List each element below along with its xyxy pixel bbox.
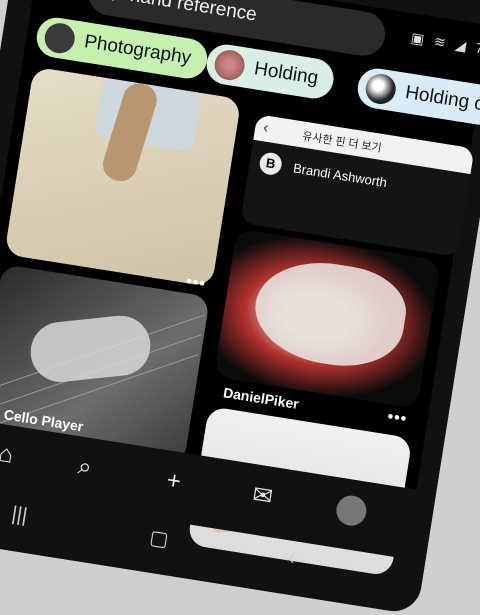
avatar[interactable]: B xyxy=(258,151,283,176)
back-arrow-icon[interactable]: ‹ xyxy=(262,119,270,138)
battery-level: 79 xyxy=(475,40,480,58)
chip-thumbnail xyxy=(43,21,77,55)
hand-shape xyxy=(28,313,154,385)
chip-thumbnail xyxy=(212,48,246,82)
phone-frame: hand reference ▣ ≋ ◢ 79 Photography Hold… xyxy=(0,0,480,615)
signal-icon: ◢ xyxy=(454,36,467,53)
wifi-icon: ≋ xyxy=(433,33,447,51)
pin-card-red-hand[interactable] xyxy=(214,228,441,408)
cast-icon: ▣ xyxy=(410,29,426,47)
search-icon[interactable]: ⌕ xyxy=(68,451,102,485)
chip-thumbnail xyxy=(364,72,398,106)
back-icon[interactable]: ‹ xyxy=(286,546,296,570)
chip-label: Holding xyxy=(253,58,320,90)
hand-shape xyxy=(248,253,412,375)
creator-name[interactable]: Brandi Ashworth xyxy=(292,160,388,190)
search-query: hand reference xyxy=(129,0,259,27)
plus-icon[interactable]: + xyxy=(156,465,190,499)
search-icon xyxy=(97,0,118,2)
home-button-icon[interactable]: ▢ xyxy=(148,525,171,553)
status-bar: ▣ ≋ ◢ 79 xyxy=(410,29,480,59)
chip-label: Holding c xyxy=(404,82,480,116)
home-icon[interactable]: ⌂ xyxy=(0,439,23,473)
chip-holding-c[interactable]: Holding c xyxy=(355,66,480,128)
chip-holding[interactable]: Holding xyxy=(204,42,337,102)
chip-label: Photography xyxy=(83,31,193,70)
more-options-icon[interactable]: ••• xyxy=(185,273,207,294)
recents-icon[interactable]: ||| xyxy=(10,503,29,528)
more-like-this[interactable]: 유사한 핀 더 보기 xyxy=(301,127,383,155)
pin-card-hand-photo[interactable] xyxy=(4,67,241,288)
screen: hand reference ▣ ≋ ◢ 79 Photography Hold… xyxy=(0,0,480,559)
chat-icon[interactable]: ✉ xyxy=(245,479,279,513)
more-options-icon[interactable]: ••• xyxy=(386,408,408,429)
avatar[interactable] xyxy=(334,493,368,527)
